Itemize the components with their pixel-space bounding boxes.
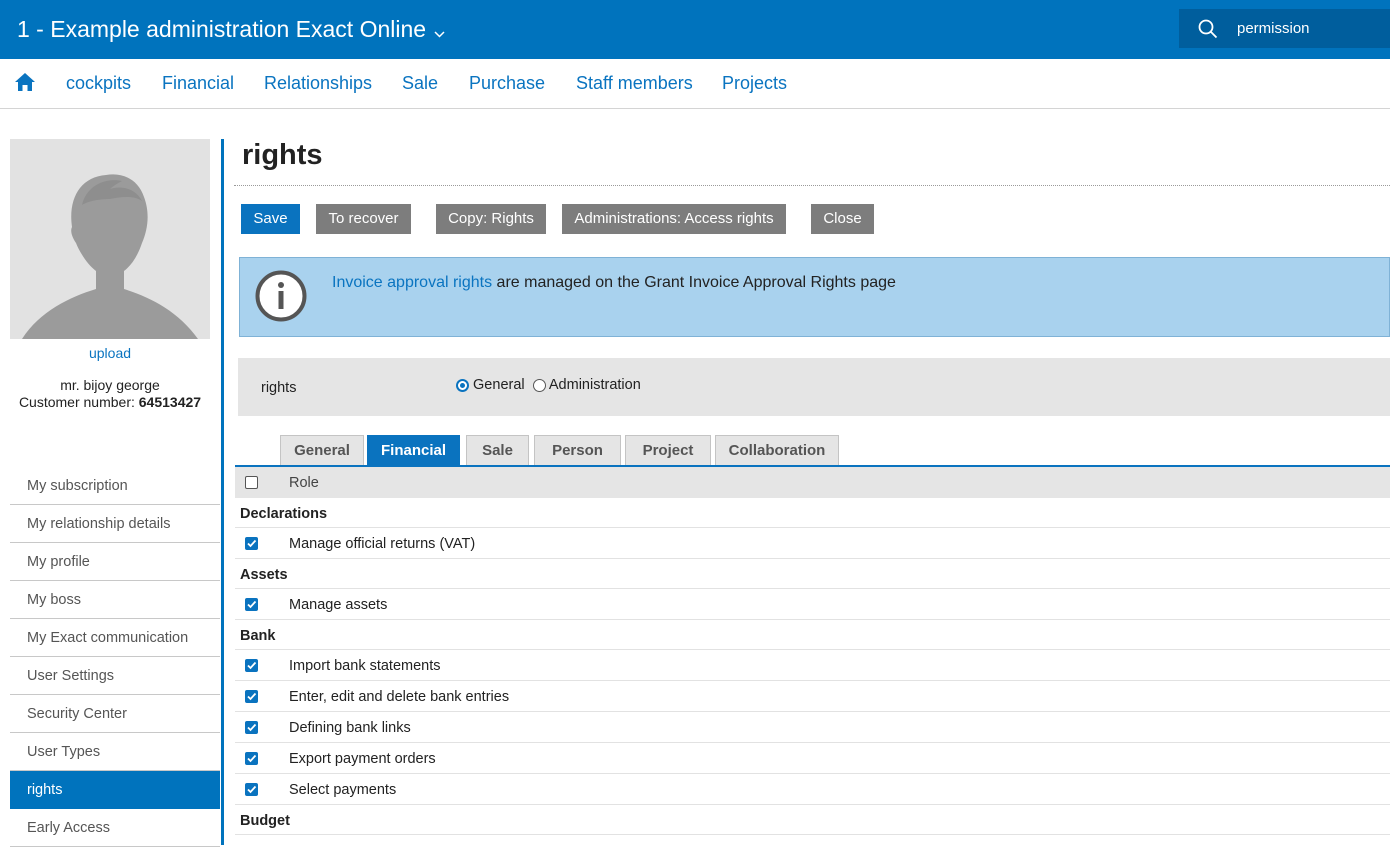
- info-banner: Invoice approval rights are managed on t…: [239, 257, 1390, 337]
- info-message-text: are managed on the Grant Invoice Approva…: [492, 274, 896, 291]
- info-message: Invoice approval rights are managed on t…: [332, 274, 896, 292]
- row-label: Defining bank links: [289, 720, 411, 736]
- rights-scope-radio-group: General Administration: [456, 377, 641, 393]
- table-row: Defining bank links: [235, 712, 1390, 743]
- radio-general-label: General: [473, 377, 525, 393]
- row-checkbox[interactable]: [245, 721, 258, 734]
- nav-staff-members[interactable]: Staff members: [576, 73, 693, 94]
- section-title: Declarations: [240, 506, 328, 522]
- row-checkbox[interactable]: [245, 537, 258, 550]
- nav-cockpits[interactable]: cockpits: [66, 73, 131, 94]
- customer-number: Customer number: 64513427: [0, 394, 220, 410]
- sidebar-item-early-access[interactable]: Early Access: [10, 809, 220, 847]
- title-divider: [234, 185, 1390, 186]
- table-row: Manage assets: [235, 589, 1390, 620]
- row-label: Manage assets: [289, 597, 388, 613]
- row-checkbox[interactable]: [245, 783, 258, 796]
- sidebar-menu: My subscription My relationship details …: [10, 467, 220, 847]
- radio-administration[interactable]: [532, 379, 546, 392]
- table-row: Import bank statements: [235, 650, 1390, 681]
- sidebar-item-security-center[interactable]: Security Center: [10, 695, 220, 733]
- radio-administration-label: Administration: [548, 377, 641, 393]
- customer-number-label: Customer number:: [18, 394, 135, 410]
- search-input[interactable]: [1237, 17, 1385, 39]
- section-title: Assets: [240, 567, 288, 583]
- tab-collaboration[interactable]: Collaboration: [715, 435, 839, 465]
- table-row: Export payment orders: [235, 743, 1390, 774]
- tab-person[interactable]: Person: [534, 435, 621, 465]
- administrations-access-rights-button[interactable]: Administrations: Access rights: [562, 204, 786, 234]
- sidebar-item-user-settings[interactable]: User Settings: [10, 657, 220, 695]
- sidebar-item-rights[interactable]: rights: [10, 771, 220, 809]
- recover-button[interactable]: To recover: [316, 204, 411, 234]
- row-checkbox[interactable]: [245, 752, 258, 765]
- table-row: Select payments: [235, 774, 1390, 805]
- save-button[interactable]: Save: [241, 204, 300, 234]
- customer-number-value: 64513427: [138, 394, 202, 410]
- column-divider: [221, 139, 224, 845]
- nav-purchase[interactable]: Purchase: [469, 73, 545, 94]
- nav-relationships[interactable]: Relationships: [264, 73, 372, 94]
- row-label: Manage official returns (VAT): [289, 536, 476, 552]
- sidebar-item-user-types[interactable]: User Types: [10, 733, 220, 771]
- tab-general[interactable]: General: [280, 435, 364, 465]
- section-header: Declarations: [235, 498, 1390, 528]
- tab-project[interactable]: Project: [625, 435, 711, 465]
- row-checkbox[interactable]: [245, 690, 258, 703]
- sidebar-item-my-subscription[interactable]: My subscription: [10, 467, 220, 505]
- avatar: [10, 139, 210, 339]
- row-checkbox[interactable]: [245, 659, 258, 672]
- copy-rights-button[interactable]: Copy: Rights: [436, 204, 546, 234]
- table-header: Role: [235, 467, 1390, 498]
- chevron-down-icon: [434, 17, 445, 44]
- radio-general[interactable]: [456, 379, 469, 392]
- sidebar-item-my-profile[interactable]: My profile: [10, 543, 220, 581]
- sidebar-item-my-exact-communication[interactable]: My Exact communication: [10, 619, 220, 657]
- top-bar: 1 - Example administration Exact Online: [0, 0, 1390, 59]
- home-icon[interactable]: [14, 72, 36, 97]
- upload-link[interactable]: upload: [10, 345, 210, 361]
- user-name: mr. bijoy george: [60, 377, 160, 393]
- section-title: Bank: [240, 628, 276, 644]
- sidebar-item-my-relationship-details[interactable]: My relationship details: [10, 505, 220, 543]
- invoice-approval-rights-link[interactable]: Invoice approval rights: [332, 274, 492, 291]
- sidebar-item-my-boss[interactable]: My boss: [10, 581, 220, 619]
- select-all-checkbox[interactable]: [245, 476, 258, 489]
- column-header-role: Role: [289, 475, 319, 491]
- nav-sale[interactable]: Sale: [402, 73, 438, 94]
- row-label: Select payments: [289, 782, 397, 798]
- search-icon[interactable]: [1198, 19, 1218, 44]
- user-silhouette-icon: [22, 174, 198, 339]
- section-header: Budget: [235, 805, 1390, 835]
- section-header: Bank: [235, 620, 1390, 650]
- info-icon: [255, 270, 307, 327]
- tab-sale[interactable]: Sale: [466, 435, 529, 465]
- rights-scope-label: rights: [261, 380, 297, 396]
- table-row: Enter, edit and delete bank entries: [235, 681, 1390, 712]
- section-title: Budget: [240, 813, 290, 829]
- search-box: [1179, 9, 1390, 48]
- row-checkbox[interactable]: [245, 598, 258, 611]
- row-label: Import bank statements: [289, 658, 441, 674]
- app-title: 1 - Example administration Exact Online: [17, 16, 427, 42]
- nav-projects[interactable]: Projects: [722, 73, 787, 94]
- administration-selector[interactable]: 1 - Example administration Exact Online: [17, 16, 445, 44]
- section-header: Assets: [235, 559, 1390, 589]
- page-title: rights: [242, 139, 323, 171]
- close-button[interactable]: Close: [811, 204, 874, 234]
- row-label: Enter, edit and delete bank entries: [289, 689, 510, 705]
- main-nav: cockpits Financial Relationships Sale Pu…: [0, 59, 1390, 109]
- rights-scope-panel: rights General Administration: [238, 358, 1390, 416]
- table-row: Manage official returns (VAT): [235, 528, 1390, 559]
- tab-financial[interactable]: Financial: [367, 435, 460, 465]
- rights-table: Role Declarations Manage official return…: [235, 467, 1390, 835]
- nav-financial[interactable]: Financial: [162, 73, 234, 94]
- row-label: Export payment orders: [289, 751, 436, 767]
